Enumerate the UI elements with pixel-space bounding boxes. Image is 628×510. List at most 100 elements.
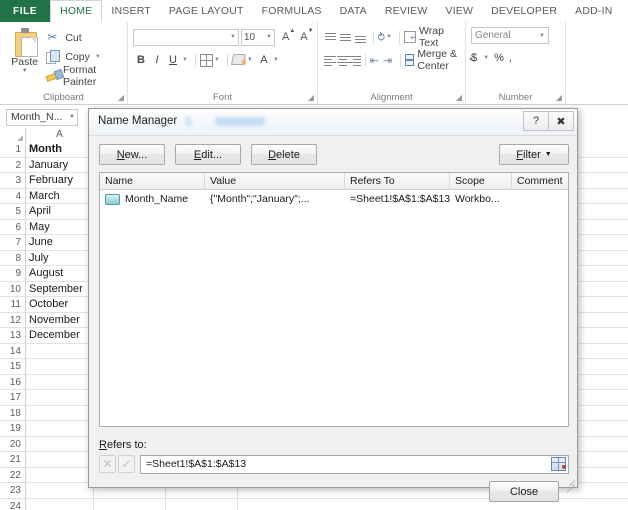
tab-formulas[interactable]: FORMULAS (253, 0, 331, 22)
italic-button[interactable]: I (149, 54, 165, 66)
cell-a17[interactable] (26, 390, 94, 406)
row-header[interactable]: 18 (0, 405, 26, 421)
row-header[interactable]: 24 (0, 498, 26, 510)
fill-color-dropdown-icon[interactable]: ▼ (247, 57, 253, 63)
delete-button[interactable]: Delete (251, 144, 317, 165)
row-header[interactable]: 21 (0, 452, 26, 468)
new-button[interactable]: New... (99, 144, 165, 165)
cell-a1[interactable]: Month (26, 142, 94, 158)
underline-button[interactable]: U (165, 54, 181, 66)
cell-a9[interactable]: August (26, 266, 94, 282)
tab-review[interactable]: REVIEW (376, 0, 437, 22)
row-header[interactable]: 3 (0, 173, 26, 189)
cell-a7[interactable]: June (26, 235, 94, 251)
align-right-icon[interactable] (348, 54, 362, 67)
cell-a5[interactable]: April (26, 204, 94, 220)
tab-file[interactable]: FILE (0, 0, 51, 22)
table-row[interactable]: Month_Name {"Month";"January";... =Sheet… (100, 190, 568, 208)
cell-a13[interactable]: December (26, 328, 94, 344)
cell-a10[interactable]: September (26, 281, 94, 297)
currency-button[interactable]: $ (471, 52, 477, 64)
row-header[interactable]: 20 (0, 436, 26, 452)
dialog-title-bar[interactable]: Name Manager ? ✖ (89, 109, 577, 136)
percent-button[interactable]: % (494, 52, 504, 64)
cell-b24[interactable] (94, 498, 166, 510)
cancel-edit-icon[interactable]: ✕ (99, 455, 116, 473)
tab-developer[interactable]: DEVELOPER (482, 0, 566, 22)
row-header[interactable]: 15 (0, 359, 26, 375)
align-bottom-icon[interactable] (353, 31, 367, 44)
number-format-dropdown-icon[interactable]: ▼ (539, 33, 545, 39)
filter-dropdown-icon[interactable]: ▼ (545, 151, 552, 158)
select-all-corner[interactable] (0, 128, 26, 142)
cell-a2[interactable]: January (26, 157, 94, 173)
tab-home[interactable]: HOME (50, 0, 103, 22)
tab-insert[interactable]: INSERT (102, 0, 160, 22)
cell-a11[interactable]: October (26, 297, 94, 313)
clipboard-dialog-launcher-icon[interactable]: ◢ (118, 93, 124, 102)
names-list[interactable]: Name Value Refers To Scope Comment Month… (99, 172, 569, 427)
row-header[interactable]: 9 (0, 266, 26, 282)
cell-a24[interactable] (26, 498, 94, 510)
bold-button[interactable]: B (133, 54, 149, 66)
row-header[interactable]: 14 (0, 343, 26, 359)
cell-a6[interactable]: May (26, 219, 94, 235)
fill-color-icon[interactable] (230, 53, 246, 67)
cell-a14[interactable] (26, 343, 94, 359)
orientation-dropdown-icon[interactable]: ▼ (386, 34, 392, 40)
tab-page-layout[interactable]: PAGE LAYOUT (160, 0, 253, 22)
font-color-button[interactable]: A (256, 54, 272, 66)
column-header-comment[interactable]: Comment (512, 173, 568, 189)
row-header[interactable]: 22 (0, 467, 26, 483)
close-icon[interactable]: ✖ (548, 111, 574, 131)
format-painter-button[interactable]: Format Painter (45, 64, 122, 88)
filter-button[interactable]: Filter ▼ (499, 144, 569, 165)
column-header-a[interactable]: A (26, 128, 94, 142)
paste-button[interactable]: Paste ▼ (5, 27, 44, 75)
copy-dropdown-icon[interactable]: ▼ (95, 54, 101, 60)
align-middle-icon[interactable] (338, 31, 352, 44)
increase-indent-icon[interactable]: ⇥ (383, 54, 392, 67)
row-header[interactable]: 8 (0, 250, 26, 266)
row-header[interactable]: 11 (0, 297, 26, 313)
row-header[interactable]: 23 (0, 483, 26, 499)
tab-data[interactable]: DATA (331, 0, 376, 22)
font-name-dropdown-icon[interactable]: ▼ (230, 34, 236, 40)
cell-a18[interactable] (26, 405, 94, 421)
cell-a22[interactable] (26, 467, 94, 483)
borders-dropdown-icon[interactable]: ▼ (214, 57, 220, 63)
cell-a12[interactable]: November (26, 312, 94, 328)
column-header-name[interactable]: Name (100, 173, 205, 189)
cell-c24[interactable] (166, 498, 238, 510)
range-selector-icon[interactable]: ■ (551, 457, 566, 471)
align-left-icon[interactable] (323, 54, 336, 67)
align-top-icon[interactable] (323, 31, 336, 44)
orientation-icon[interactable]: ⥁ (377, 31, 385, 44)
decrease-indent-icon[interactable]: ⇤ (370, 54, 379, 67)
cell-a15[interactable] (26, 359, 94, 375)
number-dialog-launcher-icon[interactable]: ◢ (556, 93, 562, 102)
cell-a3[interactable]: February (26, 173, 94, 189)
cell-a4[interactable]: March (26, 188, 94, 204)
align-center-icon[interactable] (336, 54, 349, 67)
font-name-input[interactable]: ▼ (133, 28, 239, 46)
resize-grip[interactable] (563, 474, 575, 493)
edit-button[interactable]: Edit... (175, 144, 241, 165)
row-header[interactable]: 10 (0, 281, 26, 297)
column-header-scope[interactable]: Scope (450, 173, 512, 189)
cell-a16[interactable] (26, 374, 94, 390)
font-color-dropdown-icon[interactable]: ▼ (273, 57, 279, 63)
row-header[interactable]: 16 (0, 374, 26, 390)
increase-font-size-button[interactable]: A▲ (282, 28, 295, 43)
cell-a8[interactable]: July (26, 250, 94, 266)
wrap-text-button[interactable]: ↵ Wrap Text (403, 25, 460, 49)
tab-view[interactable]: VIEW (436, 0, 482, 22)
refers-to-input[interactable]: =Sheet1!$A$1:$A$13 ■ (140, 454, 569, 474)
decrease-font-size-button[interactable]: A▼ (300, 28, 313, 43)
name-box-dropdown-icon[interactable]: ▼ (69, 114, 75, 120)
borders-icon[interactable] (199, 53, 213, 67)
comma-button[interactable]: , (509, 52, 512, 64)
name-box[interactable]: Month_N... ▼ (6, 108, 78, 126)
row-header[interactable]: 2 (0, 157, 26, 173)
alignment-dialog-launcher-icon[interactable]: ◢ (456, 93, 462, 102)
